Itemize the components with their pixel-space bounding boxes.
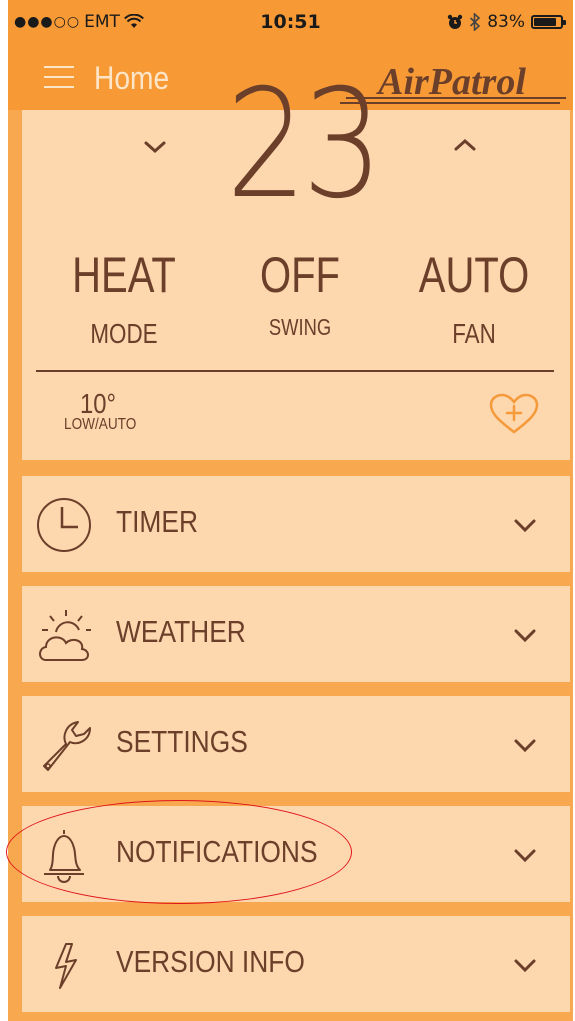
- battery-tip: [563, 20, 566, 25]
- menu-item-label: NOTIFICATIONS: [116, 834, 318, 869]
- chevron-down-icon[interactable]: [512, 956, 538, 974]
- phone-screen: ●●●○○ EMT 10:51 83% Home AirPatrol 23 HE…: [8, 0, 573, 1021]
- page-title: Home: [94, 60, 170, 96]
- battery-percent: 83%: [487, 12, 525, 32]
- favorite-heart-icon[interactable]: [488, 392, 540, 436]
- menu-item-version-info[interactable]: VERSION INFO: [22, 916, 570, 1012]
- menu-item-label: TIMER: [116, 504, 198, 539]
- weather-icon: [39, 610, 91, 661]
- temperature-value: 23: [225, 58, 383, 232]
- setpoint-value: 10°: [80, 388, 116, 419]
- temperature-up-icon[interactable]: [452, 136, 478, 154]
- logo-text: AirPatrol: [376, 61, 526, 103]
- divider: [36, 370, 554, 372]
- battery-fill: [534, 18, 556, 26]
- status-right: 83%: [447, 12, 566, 32]
- bell-icon: [44, 830, 84, 883]
- menu-item-label: SETTINGS: [116, 724, 248, 759]
- battery-icon: [531, 15, 566, 29]
- status-bar: ●●●○○ EMT 10:51 83%: [8, 0, 573, 48]
- chevron-down-icon[interactable]: [512, 516, 538, 534]
- mode-control[interactable]: HEAT MODE: [34, 250, 214, 350]
- menu-item-label: VERSION INFO: [116, 944, 305, 979]
- menu-item-weather[interactable]: WEATHER: [22, 586, 570, 682]
- mode-label: MODE: [90, 318, 158, 349]
- climate-card: 23 HEAT MODE OFF SWING AUTO FAN 10° LOW/…: [22, 70, 570, 460]
- chevron-down-icon[interactable]: [512, 736, 538, 754]
- bluetooth-icon: [470, 13, 481, 31]
- chevron-down-icon[interactable]: [512, 626, 538, 644]
- swing-label: SWING: [268, 314, 332, 340]
- menu-item-label: WEATHER: [116, 614, 246, 649]
- menu-item-timer[interactable]: TIMER: [22, 476, 570, 572]
- lightning-icon: [55, 943, 77, 989]
- swing-control[interactable]: OFF SWING: [210, 250, 390, 341]
- setpoint-label: LOW/AUTO: [64, 416, 137, 433]
- menu-item-notifications[interactable]: NOTIFICATIONS: [22, 806, 570, 902]
- wrench-icon: [43, 721, 91, 771]
- swing-value: OFF: [260, 247, 340, 303]
- chevron-down-icon[interactable]: [512, 846, 538, 864]
- fan-control[interactable]: AUTO FAN: [384, 250, 564, 350]
- temperature-down-icon[interactable]: [142, 138, 168, 156]
- hamburger-menu-icon[interactable]: [44, 66, 74, 92]
- fan-value: AUTO: [418, 247, 530, 303]
- alarm-icon: [448, 14, 463, 29]
- menu-item-settings[interactable]: SETTINGS: [22, 696, 570, 792]
- setpoint[interactable]: 10° LOW/AUTO: [58, 390, 138, 434]
- clock-icon: [37, 498, 91, 552]
- mode-value: HEAT: [72, 247, 176, 303]
- fan-label: FAN: [452, 318, 496, 349]
